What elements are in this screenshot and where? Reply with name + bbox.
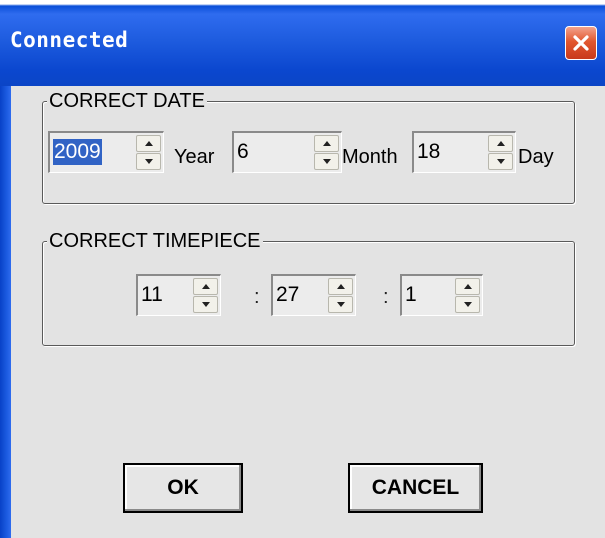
hour-spinner[interactable]: 11 (136, 274, 221, 316)
dialog-client-area: CORRECT DATE 2009 Year 6 Month 18 Day CO… (11, 86, 605, 538)
arrow-down-icon (464, 302, 472, 307)
arrow-up-icon (323, 141, 331, 146)
arrow-down-icon (337, 302, 345, 307)
title-bar[interactable]: Connected (0, 0, 605, 86)
second-up-button[interactable] (455, 278, 480, 295)
arrow-down-icon (323, 159, 331, 164)
day-spin-arrows (488, 135, 513, 170)
month-value[interactable]: 6 (237, 139, 249, 165)
arrow-up-icon (145, 141, 153, 146)
window-left-border (0, 86, 11, 538)
date-group-legend: CORRECT DATE (47, 90, 207, 113)
day-down-button[interactable] (488, 153, 513, 170)
arrow-down-icon (497, 159, 505, 164)
time-group-legend: CORRECT TIMEPIECE (47, 230, 263, 253)
hour-spin-arrows (193, 278, 218, 313)
arrow-up-icon (464, 284, 472, 289)
arrow-up-icon (337, 284, 345, 289)
month-up-button[interactable] (314, 135, 339, 152)
time-separator: : (383, 286, 389, 308)
close-icon (573, 35, 589, 51)
hour-up-button[interactable] (193, 278, 218, 295)
day-label: Day (518, 146, 554, 168)
minute-value[interactable]: 27 (276, 282, 299, 308)
hour-value[interactable]: 11 (141, 282, 163, 308)
year-value[interactable]: 2009 (53, 139, 102, 165)
minute-spin-arrows (328, 278, 353, 313)
minute-down-button[interactable] (328, 296, 353, 313)
year-up-button[interactable] (136, 135, 161, 152)
arrow-up-icon (202, 284, 210, 289)
year-label: Year (174, 146, 215, 168)
year-down-button[interactable] (136, 153, 161, 170)
close-button[interactable] (565, 26, 597, 60)
minute-spinner[interactable]: 27 (271, 274, 356, 316)
month-label: Month (342, 146, 398, 168)
second-value[interactable]: 1 (405, 282, 417, 308)
minute-up-button[interactable] (328, 278, 353, 295)
day-spinner[interactable]: 18 (412, 131, 516, 173)
second-down-button[interactable] (455, 296, 480, 313)
day-value[interactable]: 18 (417, 139, 440, 165)
dialog-window: Connected CORRECT DATE 2009 Year 6 Month… (0, 0, 605, 538)
cancel-button[interactable]: CANCEL (348, 463, 483, 513)
arrow-down-icon (202, 302, 210, 307)
time-separator: : (254, 286, 260, 308)
year-spin-arrows (136, 135, 161, 170)
month-spinner[interactable]: 6 (232, 131, 342, 173)
day-up-button[interactable] (488, 135, 513, 152)
ok-button[interactable]: OK (123, 463, 243, 513)
second-spin-arrows (455, 278, 480, 313)
month-spin-arrows (314, 135, 339, 170)
arrow-up-icon (497, 141, 505, 146)
second-spinner[interactable]: 1 (400, 274, 483, 316)
arrow-down-icon (145, 159, 153, 164)
window-title: Connected (10, 28, 129, 52)
month-down-button[interactable] (314, 153, 339, 170)
year-spinner[interactable]: 2009 (48, 131, 164, 173)
hour-down-button[interactable] (193, 296, 218, 313)
